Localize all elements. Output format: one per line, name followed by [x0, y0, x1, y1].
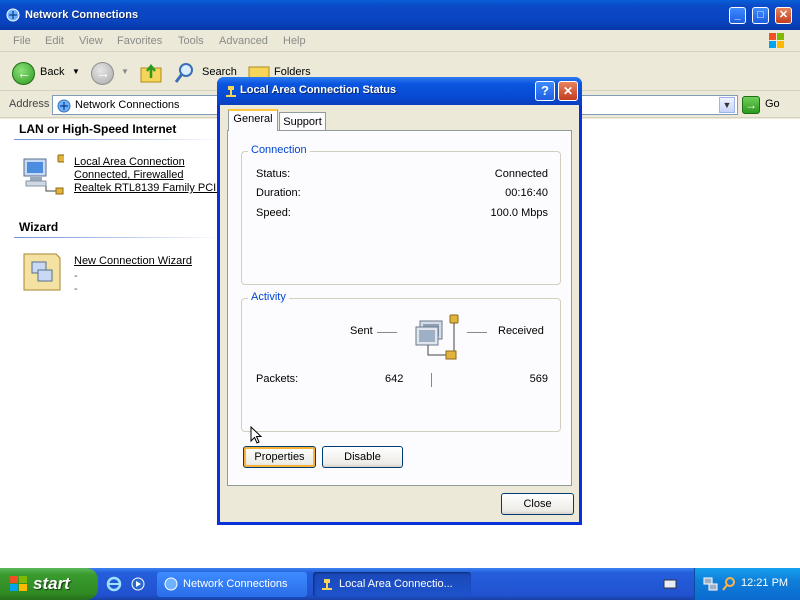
close-button[interactable]: Close	[501, 493, 574, 515]
back-label: Back	[40, 66, 65, 78]
maximize-button[interactable]: □	[752, 7, 769, 24]
help-button[interactable]: ?	[535, 81, 555, 101]
lan-connection-device: Realtek RTL8139 Family PCI F	[74, 182, 227, 194]
duration-label: Duration:	[256, 187, 301, 199]
address-dropdown-icon[interactable]: ▼	[719, 97, 735, 113]
close-window-button[interactable]: ✕	[775, 7, 792, 24]
network-tray-icon[interactable]	[703, 576, 719, 592]
tab-general-label: General	[233, 113, 273, 125]
start-button[interactable]: start	[0, 568, 98, 600]
disable-button[interactable]: Disable	[322, 446, 403, 468]
received-label: Received	[498, 325, 544, 337]
explorer-titlebar[interactable]: Network Connections _ □ ✕	[0, 0, 800, 30]
activity-group: Activity Sent Received Packets: 642 569	[241, 291, 561, 432]
packets-received-value: 569	[529, 373, 548, 385]
back-dropdown-icon[interactable]: ▼	[72, 67, 80, 76]
minimize-icon: _	[734, 9, 741, 21]
lan-connection-name: Local Area Connection	[74, 156, 185, 168]
menu-advanced[interactable]: Advanced	[219, 35, 268, 47]
status-value: Connected	[494, 168, 548, 180]
menu-favorites[interactable]: Favorites	[117, 35, 162, 47]
task-label: Local Area Connectio...	[339, 578, 453, 590]
speed-label: Speed:	[256, 207, 291, 219]
tab-support-label: Support	[283, 116, 322, 128]
task-network-connections[interactable]: Network Connections	[157, 572, 307, 597]
status-dialog: Local Area Connection Status ? ✕ General…	[217, 77, 582, 525]
forward-dropdown-icon[interactable]: ▼	[121, 67, 129, 76]
search-tray-icon[interactable]	[721, 576, 737, 592]
dialog-titlebar[interactable]: Local Area Connection Status ? ✕	[217, 77, 582, 105]
group-heading-wizard: Wizard	[19, 220, 59, 234]
clock: 12:21 PM	[741, 577, 789, 589]
menu-edit[interactable]: Edit	[45, 35, 64, 47]
menu-bar: File Edit View Favorites Tools Advanced …	[0, 30, 800, 52]
internet-explorer-icon[interactable]	[106, 576, 122, 592]
network-connection-icon	[226, 86, 236, 97]
activity-legend: Activity	[248, 291, 289, 303]
up-folder-icon[interactable]	[139, 61, 163, 85]
windows-flag-icon	[10, 576, 27, 591]
wizard-name: New Connection Wizard	[74, 255, 192, 267]
go-arrow-icon[interactable]: →	[742, 96, 760, 114]
dialog-close-button[interactable]: ✕	[558, 81, 578, 101]
maximize-icon: □	[757, 9, 764, 21]
network-connection-icon	[322, 579, 332, 590]
wizard-line3: -	[74, 283, 78, 295]
group-divider	[14, 139, 224, 140]
local-area-connection-icon[interactable]	[20, 153, 64, 197]
explorer-title: Network Connections	[25, 9, 139, 21]
tab-support[interactable]: Support	[279, 112, 326, 132]
windows-flag-icon	[769, 33, 784, 48]
wizard-line2: -	[74, 270, 78, 282]
connection-legend: Connection	[248, 144, 310, 156]
speed-value: 100.0 Mbps	[490, 207, 548, 219]
task-label: Network Connections	[183, 578, 288, 590]
dialog-title: Local Area Connection Status	[240, 84, 397, 96]
wizard-icon[interactable]	[20, 250, 64, 294]
activity-computers-icon	[415, 314, 459, 360]
address-label: Address	[9, 98, 50, 110]
task-local-area-connection[interactable]: Local Area Connectio...	[313, 572, 471, 597]
network-connection-icon	[57, 99, 71, 113]
menu-view[interactable]: View	[79, 35, 103, 47]
network-connection-icon	[164, 577, 178, 591]
mouse-cursor-icon	[250, 426, 263, 444]
properties-button[interactable]: Properties	[243, 446, 316, 468]
search-icon[interactable]	[173, 61, 197, 85]
back-arrow-icon[interactable]: ←	[12, 62, 35, 85]
menu-file[interactable]: File	[13, 35, 31, 47]
connection-group: Connection Status: Connected Duration: 0…	[241, 144, 561, 285]
group-heading-lan: LAN or High-Speed Internet	[19, 122, 177, 136]
tab-general[interactable]: General	[228, 109, 278, 131]
system-tray: 12:21 PM	[694, 568, 800, 600]
duration-value: 00:16:40	[505, 187, 548, 199]
close-icon: ✕	[778, 9, 789, 21]
packets-sent-value: 642	[385, 373, 404, 385]
lan-connection-item[interactable]: Local Area Connection Connected, Firewal…	[74, 156, 226, 195]
status-label: Status:	[256, 168, 291, 180]
menu-tools[interactable]: Tools	[178, 35, 204, 47]
start-label: start	[33, 574, 70, 593]
minimize-button[interactable]: _	[729, 7, 746, 24]
forward-arrow-icon[interactable]: →	[91, 62, 114, 85]
sent-line	[377, 332, 397, 333]
packets-divider	[431, 373, 432, 387]
received-line	[467, 332, 487, 333]
taskbar: start Network Connections Local Area Con…	[0, 568, 800, 600]
general-panel: Connection Status: Connected Duration: 0…	[227, 130, 572, 486]
group-divider	[14, 237, 224, 238]
wizard-item[interactable]: New Connection Wizard - -	[74, 255, 192, 296]
lan-connection-status: Connected, Firewalled	[74, 169, 184, 181]
media-player-icon[interactable]	[130, 576, 146, 592]
go-button[interactable]: Go	[765, 98, 780, 110]
address-value: Network Connections	[75, 99, 180, 111]
keyboard-icon[interactable]	[663, 577, 677, 591]
sent-label: Sent	[350, 325, 373, 337]
network-connection-icon	[6, 8, 20, 22]
packets-label: Packets:	[256, 373, 299, 385]
menu-help[interactable]: Help	[283, 35, 306, 47]
